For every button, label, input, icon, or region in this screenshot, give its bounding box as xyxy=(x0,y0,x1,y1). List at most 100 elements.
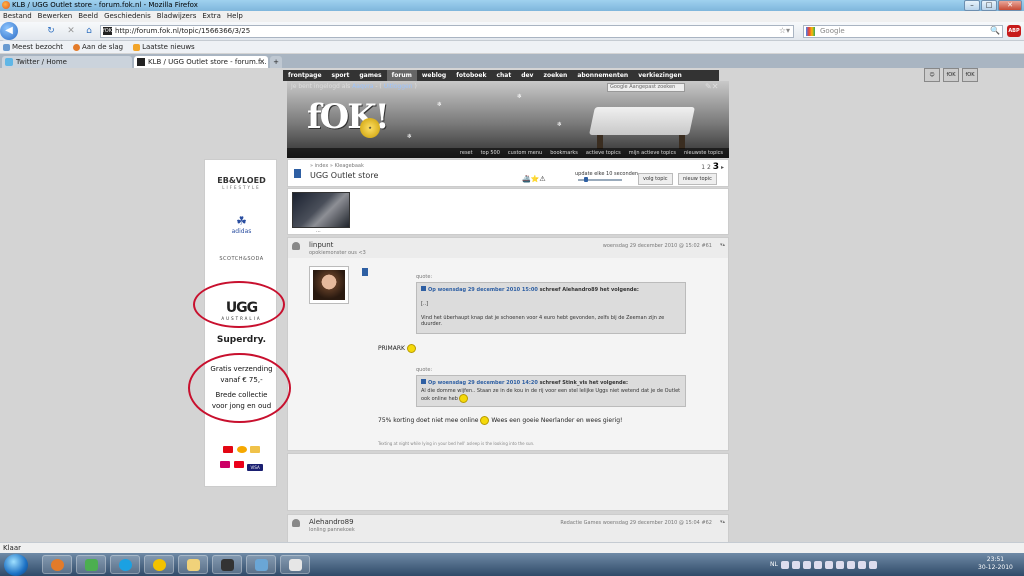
tray-network-icon[interactable] xyxy=(791,560,800,569)
page-1-link[interactable]: 1 xyxy=(701,164,705,171)
post-number[interactable]: #62 xyxy=(701,520,712,526)
back-button[interactable]: ◀ xyxy=(0,22,18,40)
windows-taskbar: NL 23:51 30-12-2010 xyxy=(0,553,1024,576)
taskbar-media[interactable] xyxy=(212,555,242,574)
site-search-input[interactable]: Google Aangepast zoeken xyxy=(607,83,685,92)
breadcrumb-kleagebaak[interactable]: Kleagebaak xyxy=(335,163,364,169)
post-arrows-icon[interactable]: ▾▴ xyxy=(720,242,725,248)
close-button[interactable]: ✕ xyxy=(998,0,1022,11)
url-bar[interactable]: fOK http://forum.fok.nl/topic/1566366/3/… xyxy=(100,25,794,38)
tray-skype-icon[interactable] xyxy=(813,560,822,569)
avatar[interactable] xyxy=(309,266,349,304)
maximize-button[interactable]: □ xyxy=(981,0,997,11)
logout-link[interactable]: Uitloggen xyxy=(384,83,413,90)
tab-twitter[interactable]: Twitter / Home xyxy=(2,56,132,68)
adblock-icon[interactable]: ABP xyxy=(1007,25,1021,37)
fok-logo-small-icon-2[interactable]: fOK xyxy=(962,68,978,82)
nav-weblog[interactable]: weblog xyxy=(417,70,451,81)
post-arrows-icon[interactable]: ▾▴ xyxy=(720,519,725,525)
update-slider-knob[interactable] xyxy=(584,177,588,182)
user-icon xyxy=(292,519,300,527)
breadcrumb-index[interactable]: index xyxy=(315,163,329,169)
tray-flag-icon[interactable] xyxy=(846,560,855,569)
nav-abonnementen[interactable]: abonnementen xyxy=(572,70,633,81)
bench-leg xyxy=(597,135,603,149)
post-author[interactable]: linpunt xyxy=(309,241,333,249)
menu-bewerken[interactable]: Bewerken xyxy=(38,11,73,22)
url-text[interactable]: http://forum.fok.nl/topic/1566366/3/25 xyxy=(115,27,250,35)
tools-icon[interactable]: ✎✕ xyxy=(705,82,718,91)
home-icon[interactable]: ⌂ xyxy=(84,26,94,36)
nav-chat[interactable]: chat xyxy=(491,70,516,81)
link-reset[interactable]: reset xyxy=(460,148,473,158)
quote-date-link[interactable]: Op woensdag 29 december 2010 15:00 xyxy=(428,287,538,293)
username-link[interactable]: Aaqvra xyxy=(352,83,373,90)
nav-forum[interactable]: forum xyxy=(386,70,417,81)
follow-topic-button[interactable]: volg topic xyxy=(638,173,673,185)
menu-bestand[interactable]: Bestand xyxy=(3,11,32,22)
language-indicator[interactable]: NL xyxy=(770,561,778,568)
bookmark-laatste-nieuws[interactable]: Laatste nieuws xyxy=(133,41,195,53)
logged-in-info: Je bent ingelogd als Aaqvra - ( Uitlogge… xyxy=(291,83,417,90)
link-top500[interactable]: top 500 xyxy=(481,148,500,158)
taskbar-paint[interactable] xyxy=(280,555,310,574)
nav-fotoboek[interactable]: fotoboek xyxy=(451,70,491,81)
taskbar-messenger[interactable] xyxy=(76,555,106,574)
menu-help[interactable]: Help xyxy=(227,11,243,22)
page-2-link[interactable]: 2 xyxy=(707,164,711,171)
start-button[interactable] xyxy=(4,554,28,576)
tray-help-icon[interactable] xyxy=(780,560,789,569)
tray-msn-icon[interactable] xyxy=(802,560,811,569)
taskbar-explorer[interactable] xyxy=(178,555,208,574)
clock[interactable]: 23:51 30-12-2010 xyxy=(978,556,1013,572)
stop-icon[interactable]: ✕ xyxy=(66,26,76,36)
tray-volume-icon[interactable] xyxy=(868,560,877,569)
menu-bladwijzers[interactable]: Bladwijzers xyxy=(157,11,197,22)
nav-dev[interactable]: dev xyxy=(516,70,538,81)
tray-norton-icon[interactable] xyxy=(824,560,833,569)
search-icon[interactable]: 🔍 xyxy=(990,26,1000,35)
menu-geschiedenis[interactable]: Geschiedenis xyxy=(104,11,151,22)
user-icon[interactable]: ☺ xyxy=(924,68,940,82)
google-icon[interactable] xyxy=(806,27,815,36)
taskbar-firefox[interactable] xyxy=(42,555,72,574)
taskbar-window[interactable] xyxy=(246,555,276,574)
link-bookmarks[interactable]: bookmarks xyxy=(550,148,578,158)
snowy-bench-image xyxy=(589,107,695,135)
link-custom-menu[interactable]: custom menu xyxy=(508,148,542,158)
quote-icon xyxy=(421,379,426,384)
quote-date-link[interactable]: Op woensdag 29 december 2010 14:20 xyxy=(428,380,538,386)
bookmark-aan-de-slag[interactable]: Aan de slag xyxy=(73,41,123,53)
nav-sport[interactable]: sport xyxy=(327,70,355,81)
link-actieve-topics[interactable]: actieve topics xyxy=(586,148,621,158)
bookmark-meest-bezocht[interactable]: Meest bezocht xyxy=(3,41,63,53)
menu-extra[interactable]: Extra xyxy=(202,11,220,22)
nav-games[interactable]: games xyxy=(354,70,386,81)
taskbar-skype[interactable] xyxy=(110,555,140,574)
next-page-icon[interactable]: ▸ xyxy=(721,164,724,171)
new-topic-button[interactable]: nieuw topic xyxy=(678,173,717,185)
menu-beeld[interactable]: Beeld xyxy=(78,11,98,22)
tab-klb-ugg[interactable]: KLB / UGG Outlet store - forum.f... ✕ xyxy=(134,56,268,68)
post-author[interactable]: Alehandro89 xyxy=(309,518,354,526)
nav-zoeken[interactable]: zoeken xyxy=(538,70,572,81)
nav-frontpage[interactable]: frontpage xyxy=(283,70,327,81)
new-tab-button[interactable]: + xyxy=(270,56,282,68)
fok-logo-small-icon[interactable]: fOK xyxy=(943,68,959,82)
topic-thumbnail[interactable] xyxy=(292,192,350,228)
current-page: 3 xyxy=(712,162,720,172)
reload-icon[interactable]: ↻ xyxy=(46,26,56,36)
taskbar-norton[interactable] xyxy=(144,555,174,574)
search-input[interactable]: Google xyxy=(820,27,845,35)
tray-wifi-icon[interactable] xyxy=(857,560,866,569)
bookmark-star-icon[interactable]: ☆▾ xyxy=(779,26,790,35)
close-tab-icon[interactable]: ✕ xyxy=(259,56,265,68)
minimize-button[interactable]: – xyxy=(964,0,980,11)
link-nieuwste-topics[interactable]: nieuwste topics xyxy=(684,148,723,158)
link-mijn-actieve-topics[interactable]: mijn actieve topics xyxy=(629,148,676,158)
post-number[interactable]: #61 xyxy=(701,243,712,249)
search-box[interactable]: Google 🔍 xyxy=(803,25,1003,38)
topic-emoticons-icon[interactable]: 🚢⭐⚠ xyxy=(522,175,546,183)
nav-verkiezingen[interactable]: verkiezingen xyxy=(633,70,687,81)
tray-folder-icon[interactable] xyxy=(835,560,844,569)
